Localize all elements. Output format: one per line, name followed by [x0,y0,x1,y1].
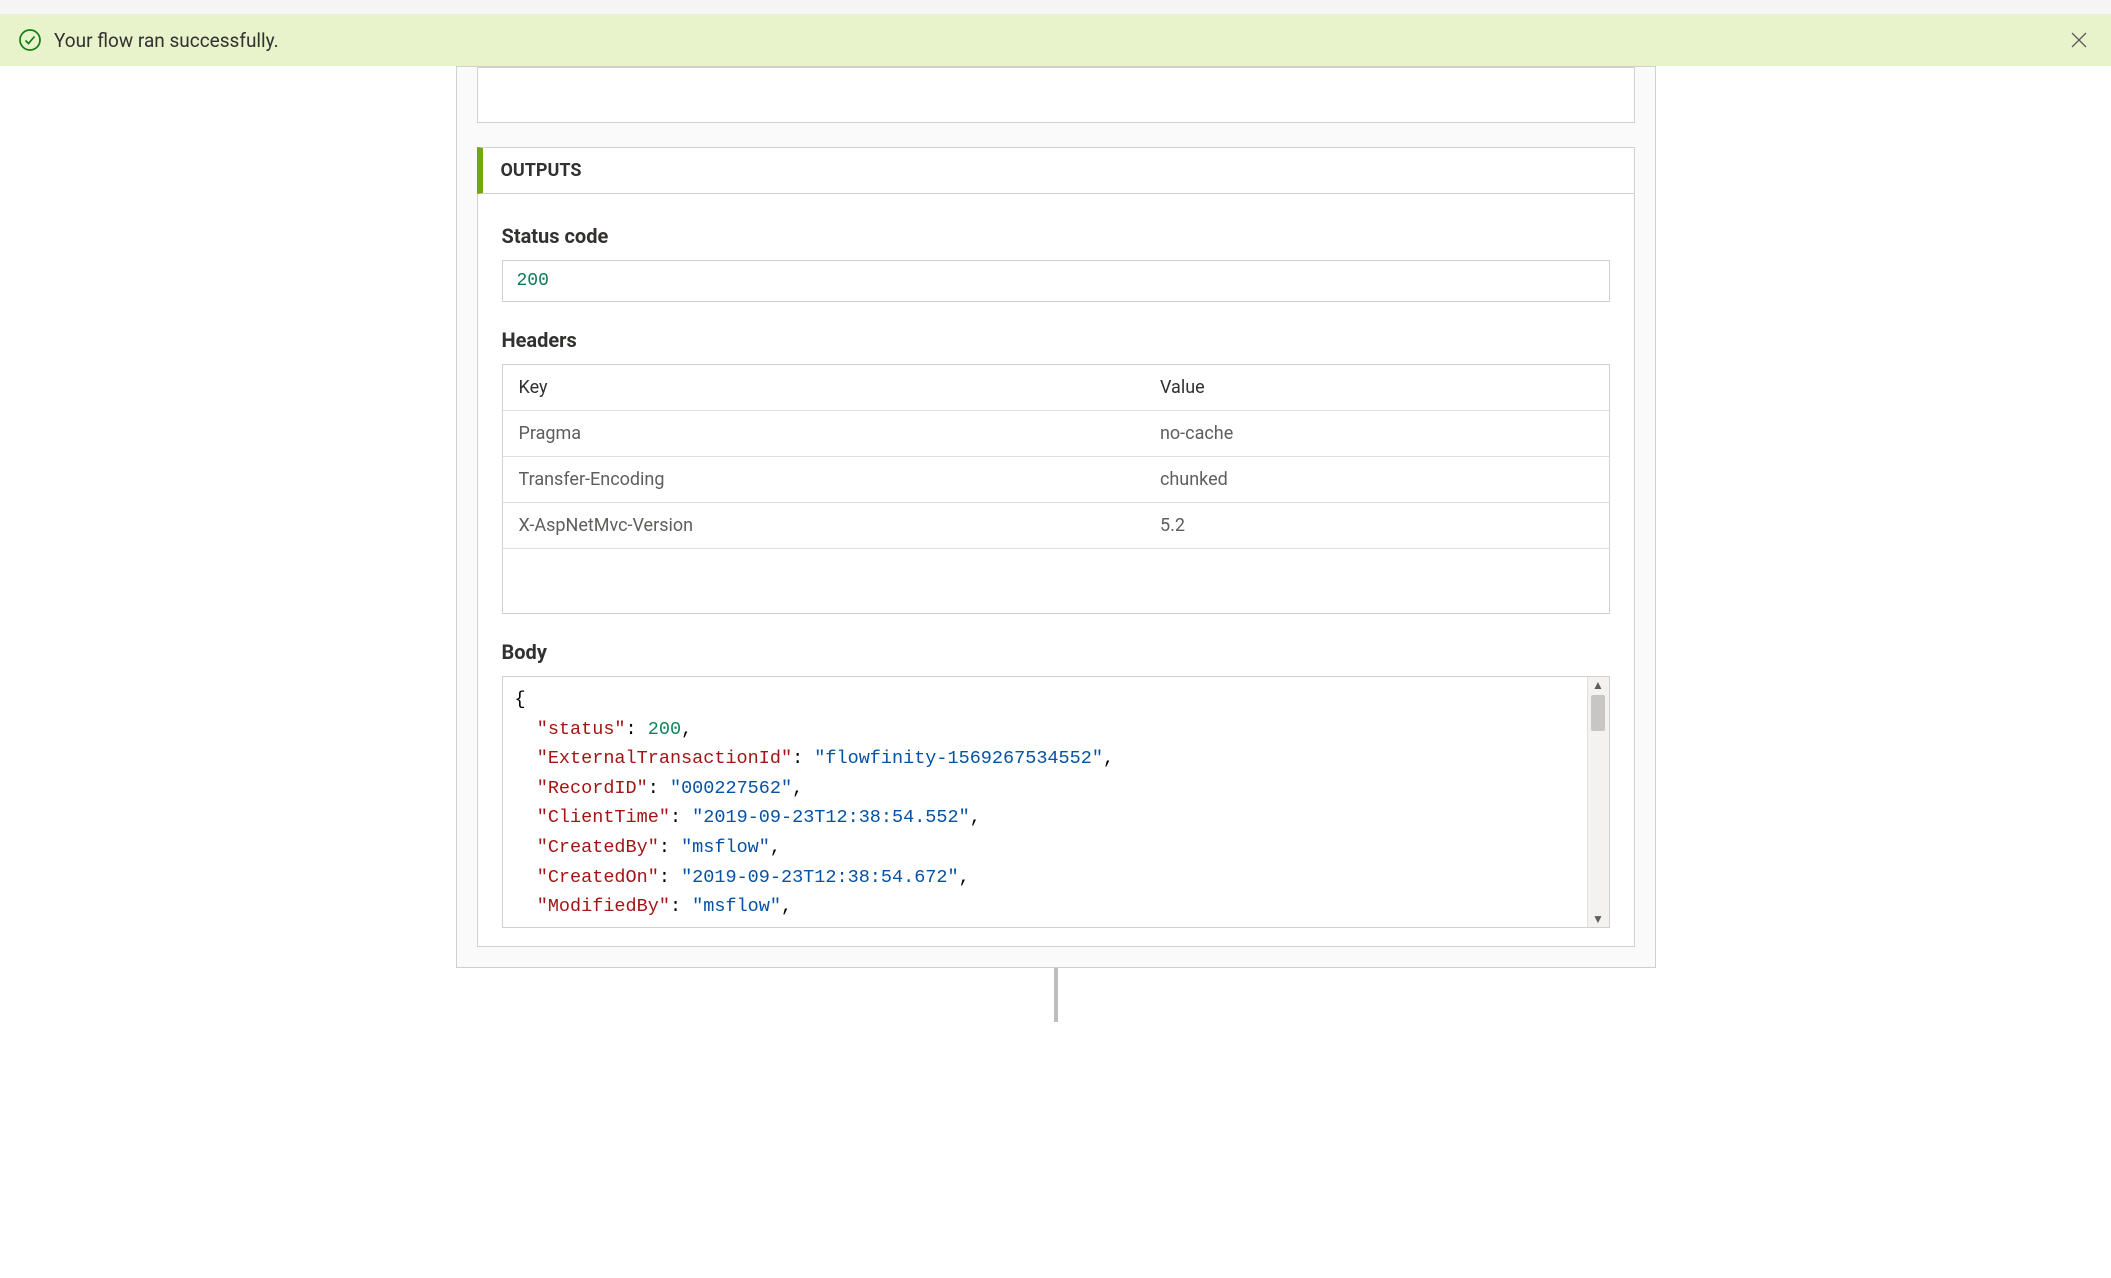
headers-table: Key Value Pragmano-cacheTransfer-Encodin… [503,365,1609,549]
headers-table-wrap[interactable]: Key Value Pragmano-cacheTransfer-Encodin… [502,364,1610,614]
status-code-value[interactable]: 200 [502,260,1610,302]
header-key-cell: Transfer-Encoding [503,457,1144,503]
header-value-cell: no-cache [1144,411,1609,457]
headers-label: Headers [502,328,1610,352]
close-banner-button[interactable] [2069,30,2089,50]
header-value-cell: chunked [1144,457,1609,503]
flow-connector-line [1054,968,1058,1022]
scroll-down-icon[interactable]: ▼ [1592,911,1604,927]
action-card: OUTPUTS Status code 200 Headers Key Valu… [456,66,1656,968]
scroll-up-icon[interactable]: ▲ [1592,677,1604,693]
header-value-cell: 5.2 [1144,503,1609,549]
outputs-header-label: OUTPUTS [501,160,582,181]
table-row: Transfer-Encodingchunked [503,457,1609,503]
outputs-header[interactable]: OUTPUTS [477,147,1635,194]
body-json-viewer[interactable]: { "status": 200, "ExternalTransactionId"… [503,677,1609,927]
table-header-row: Key Value [503,365,1609,411]
outputs-body: Status code 200 Headers Key Value [477,194,1635,947]
scroll-track[interactable] [1591,731,1605,911]
success-banner-message: Your flow ran successfully. [54,29,279,52]
success-check-icon [18,28,42,52]
body-scrollbar[interactable]: ▲ ▼ [1587,677,1609,927]
headers-col-key: Key [503,365,1144,411]
table-row: X-AspNetMvc-Version5.2 [503,503,1609,549]
flow-canvas: OUTPUTS Status code 200 Headers Key Valu… [0,66,2111,1022]
success-banner: Your flow ran successfully. [0,14,2111,66]
headers-col-value: Value [1144,365,1609,411]
table-row: Pragmano-cache [503,411,1609,457]
status-code-label: Status code [502,224,1610,248]
previous-section-box [477,67,1635,123]
top-bar-strip [0,0,2111,14]
scroll-thumb[interactable] [1591,695,1605,731]
page-root: Your flow ran successfully. OUTPUTS Stat… [0,0,2111,1278]
body-label: Body [502,640,1610,664]
header-key-cell: X-AspNetMvc-Version [503,503,1144,549]
header-key-cell: Pragma [503,411,1144,457]
body-box-wrap[interactable]: { "status": 200, "ExternalTransactionId"… [502,676,1610,928]
